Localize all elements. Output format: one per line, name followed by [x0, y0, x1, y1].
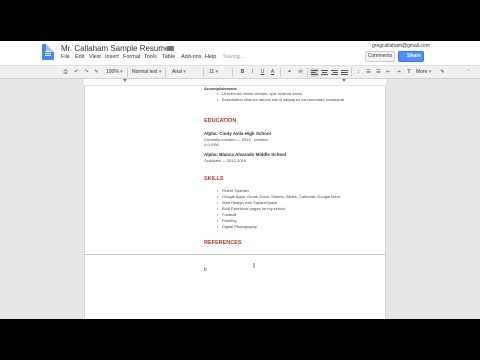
text-color-button[interactable]: A: [268, 68, 277, 77]
align-left-icon[interactable]: [310, 68, 319, 77]
document-title[interactable]: Mr. Callaham Sample Resume: [61, 44, 169, 53]
mouse-ibeam-cursor: I: [253, 263, 255, 270]
menu-edit[interactable]: Edit: [75, 54, 84, 60]
menu-view[interactable]: View: [89, 54, 101, 60]
edit-mode-icon[interactable]: ✎: [438, 68, 447, 77]
list-item: Ut enim ad minim veniam, quis nostrud ex…: [217, 91, 302, 96]
list-item: Exercitation ullamco laboris nisi ut ali…: [217, 97, 344, 102]
list-item: Football: [217, 212, 236, 217]
font-select[interactable]: Arial: [172, 68, 186, 77]
school-detail: Graduate — 2012-2015: [204, 158, 247, 163]
menu-help[interactable]: Help: [205, 54, 216, 60]
school-name: Alpha: Cindy Avila High School: [204, 131, 271, 136]
school-detail: 4.0 GPA: [204, 142, 219, 147]
document-page[interactable]: Accomplishments Ut enim ad minim veniam,…: [84, 86, 386, 319]
print-icon[interactable]: ⎙: [61, 68, 70, 77]
decrease-indent-icon[interactable]: ⇤: [384, 68, 393, 77]
bulleted-list-icon[interactable]: ☰: [374, 68, 383, 77]
references-heading: REFERENCES: [204, 240, 242, 246]
comment-icon[interactable]: ✉: [296, 68, 305, 77]
style-select[interactable]: Normal text: [132, 68, 161, 77]
menu-format[interactable]: Format: [123, 54, 140, 60]
skills-heading: SKILLS: [204, 176, 224, 182]
menu-tools[interactable]: Tools: [144, 54, 157, 60]
more-menu[interactable]: More: [416, 68, 431, 77]
docs-window: Mr. Callaham Sample Resume ☆ gregcallaha…: [0, 41, 480, 319]
list-item: Built Facebook pages for my school: [217, 206, 285, 211]
bold-button[interactable]: B: [238, 68, 247, 77]
folder-icon[interactable]: [167, 46, 174, 51]
undo-icon[interactable]: ↶: [72, 68, 81, 77]
paint-format-icon[interactable]: ✎: [92, 68, 101, 77]
menu-table[interactable]: Table: [162, 54, 175, 60]
list-item: Fluent Spanish: [217, 188, 249, 193]
align-justify-icon[interactable]: [341, 69, 348, 76]
star-icon[interactable]: ☆: [157, 44, 164, 53]
list-item: Web Design with SquareSpace: [217, 200, 277, 205]
toolbar: ⎙ ↶ ↷ ✎ 100% Normal text Arial 11 B I U …: [0, 65, 480, 79]
list-item: Google Apps: Gmail, Docs, Sheets, Slides…: [217, 194, 340, 199]
line-spacing-icon[interactable]: ↕: [354, 68, 363, 77]
education-heading: EDUCATION: [204, 118, 237, 124]
menu-file[interactable]: File: [61, 54, 70, 60]
save-status: Saving...: [223, 54, 245, 60]
collapse-menu-icon[interactable]: ⌃: [464, 68, 473, 77]
zoom-select[interactable]: 100%: [106, 68, 123, 77]
school-name: Alpha: Blanca Alvarado Middle School: [204, 152, 287, 157]
horizontal-ruler[interactable]: [84, 79, 386, 86]
menu-addons[interactable]: Add-ons: [181, 54, 202, 60]
next-page-text: b: [204, 267, 207, 273]
comments-button[interactable]: Comments: [365, 51, 395, 62]
redo-icon[interactable]: ↷: [82, 68, 91, 77]
menu-insert[interactable]: Insert: [105, 54, 119, 60]
numbered-list-icon[interactable]: ☰: [364, 68, 373, 77]
account-email[interactable]: gregcallaham@gmail.com: [372, 43, 430, 49]
increase-indent-icon[interactable]: ⇥: [394, 68, 403, 77]
list-item: Digital Photography: [217, 224, 257, 229]
font-size-select[interactable]: 11: [209, 68, 218, 77]
underline-button[interactable]: U: [258, 68, 267, 77]
link-icon[interactable]: ⚭: [285, 68, 294, 77]
title-bar: Mr. Callaham Sample Resume ☆ gregcallaha…: [0, 41, 480, 65]
google-docs-logo-icon[interactable]: [42, 44, 54, 60]
right-indent-marker[interactable]: [342, 79, 346, 82]
list-item: Painting: [217, 218, 237, 223]
document-canvas: Accomplishments Ut enim ad minim veniam,…: [0, 86, 480, 319]
page-break: [85, 254, 385, 255]
share-button[interactable]: Share: [398, 51, 424, 62]
share-label: Share: [407, 53, 421, 59]
align-center-icon[interactable]: [321, 69, 328, 76]
italic-button[interactable]: I: [248, 68, 257, 77]
clear-formatting-icon[interactable]: T̸: [404, 68, 413, 77]
align-right-icon[interactable]: [331, 69, 338, 76]
left-indent-marker[interactable]: [123, 79, 127, 82]
